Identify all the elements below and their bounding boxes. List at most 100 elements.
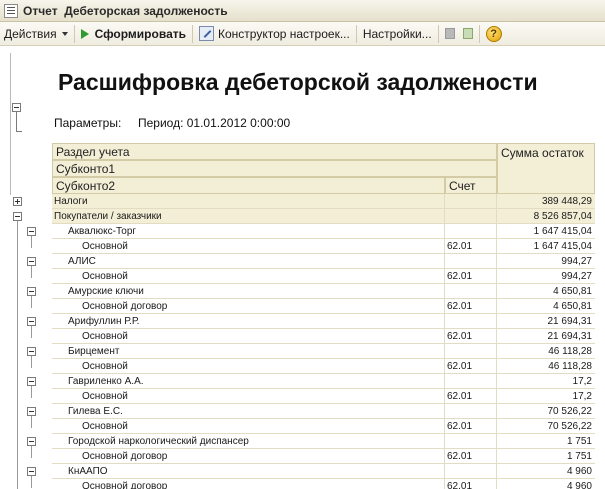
collapse-icon[interactable] xyxy=(27,227,36,236)
row-account: 62.01 xyxy=(445,479,497,489)
row-account xyxy=(445,224,497,239)
tree-connector-line xyxy=(31,446,32,458)
collapse-icon[interactable] xyxy=(27,317,36,326)
row-name: Основной xyxy=(52,419,445,434)
header-sum: Сумма остаток xyxy=(497,143,595,194)
group-row[interactable]: Налоги 389 448,29 xyxy=(0,194,605,209)
contract-row[interactable]: Основной договор 62.01 1 751 xyxy=(0,449,605,464)
row-name: Налоги xyxy=(52,194,445,209)
row-name: Основной договор xyxy=(52,449,445,464)
row-sum: 1 751 xyxy=(497,434,595,449)
tree-connector-line xyxy=(31,236,32,248)
settings-button[interactable]: Настройки... xyxy=(359,23,436,45)
row-sum: 46 118,28 xyxy=(497,344,595,359)
constructor-label: Конструктор настроек... xyxy=(218,26,350,41)
row-sum: 17,2 xyxy=(497,374,595,389)
row-sum: 21 694,31 xyxy=(497,314,595,329)
tree-connector-line xyxy=(31,476,32,488)
report-sheet: Расшифровка дебеторской задолжености Пар… xyxy=(0,47,605,489)
row-name: АЛИС xyxy=(52,254,445,269)
row-account: 62.01 xyxy=(445,299,497,314)
row-sum: 4 650,81 xyxy=(497,284,595,299)
toolbar-separator xyxy=(355,24,357,43)
chevron-down-icon xyxy=(61,31,68,36)
contract-row[interactable]: Основной 62.01 70 526,22 xyxy=(0,419,605,434)
collapse-icon[interactable] xyxy=(27,287,36,296)
report-params: Параметры: Период: 01.01.2012 0:00:00 xyxy=(54,116,290,130)
collapse-icon[interactable] xyxy=(13,212,22,221)
contract-row[interactable]: Основной 62.01 994,27 xyxy=(0,269,605,284)
tree-connector-line xyxy=(17,221,18,489)
row-sum: 4 960 xyxy=(497,479,595,489)
row-name: Основной xyxy=(52,389,445,404)
row-sum: 1 647 415,04 xyxy=(497,239,595,254)
counterparty-row[interactable]: Бирцемент 46 118,28 xyxy=(0,344,605,359)
collapse-header-icon[interactable] xyxy=(12,103,21,112)
report-title: Расшифровка дебеторской задолжености xyxy=(58,69,538,95)
row-name: Городской наркологический диспансер xyxy=(52,434,445,449)
actions-menu[interactable]: Действия xyxy=(0,23,72,45)
counterparty-row[interactable]: Гавриленко А.А. 17,2 xyxy=(0,374,605,389)
report-icon xyxy=(4,3,18,18)
generate-button[interactable]: Сформировать xyxy=(77,23,190,45)
row-sum: 70 526,22 xyxy=(497,419,595,434)
restore-settings-button[interactable] xyxy=(459,26,477,42)
collapse-icon[interactable] xyxy=(27,377,36,386)
toolbar-separator xyxy=(73,24,75,43)
group-row[interactable]: Покупатели / заказчики 8 526 857,04 xyxy=(0,209,605,224)
toolbar-separator xyxy=(478,24,480,43)
expand-icon[interactable] xyxy=(13,197,22,206)
counterparty-row[interactable]: Гилева Е.С. 70 526,22 xyxy=(0,404,605,419)
contract-row[interactable]: Основной договор 62.01 4 650,81 xyxy=(0,299,605,314)
tree-connector-line xyxy=(31,356,32,368)
save-settings-button[interactable] xyxy=(441,26,459,42)
params-label: Параметры: xyxy=(54,116,122,130)
row-account xyxy=(445,314,497,329)
row-name: Амурские ключи xyxy=(52,284,445,299)
row-sum: 21 694,31 xyxy=(497,329,595,344)
counterparty-row[interactable]: АЛИС 994,27 xyxy=(0,254,605,269)
row-account xyxy=(445,254,497,269)
row-account xyxy=(445,284,497,299)
counterparty-row[interactable]: Городской наркологический диспансер 1 751 xyxy=(0,434,605,449)
tree-connector-line xyxy=(31,416,32,428)
row-account: 62.01 xyxy=(445,329,497,344)
collapse-icon[interactable] xyxy=(27,467,36,476)
header-subkonto1: Субконто1 xyxy=(52,160,497,177)
contract-row[interactable]: Основной 62.01 1 647 415,04 xyxy=(0,239,605,254)
contract-row[interactable]: Основной 62.01 17,2 xyxy=(0,389,605,404)
help-icon: ? xyxy=(485,25,502,42)
header-subkonto2: Субконто2 xyxy=(52,177,445,194)
collapse-icon[interactable] xyxy=(27,257,36,266)
row-name: Арифуллин Р.Р. xyxy=(52,314,445,329)
generate-label: Сформировать xyxy=(94,26,186,41)
collapse-icon[interactable] xyxy=(27,347,36,356)
row-account: 62.01 xyxy=(445,449,497,464)
tree-connector-line xyxy=(31,296,32,308)
row-name: Бирцемент xyxy=(52,344,445,359)
toolbar: Действия Сформировать Конструктор настро… xyxy=(0,22,605,46)
counterparty-row[interactable]: Амурские ключи 4 650,81 xyxy=(0,284,605,299)
row-name: Гавриленко А.А. xyxy=(52,374,445,389)
toolbar-separator xyxy=(192,24,193,43)
tree-connector-line xyxy=(31,326,32,338)
contract-row[interactable]: Основной 62.01 46 118,28 xyxy=(0,359,605,374)
collapse-icon[interactable] xyxy=(27,437,36,446)
row-sum: 4 960 xyxy=(497,464,595,479)
header-account: Счет xyxy=(445,177,497,194)
counterparty-row[interactable]: КнААПО 4 960 xyxy=(0,464,605,479)
row-sum: 46 118,28 xyxy=(497,359,595,374)
contract-row[interactable]: Основной договор 62.01 4 960 xyxy=(0,479,605,489)
collapse-icon[interactable] xyxy=(27,407,36,416)
counterparty-row[interactable]: Арифуллин Р.Р. 21 694,31 xyxy=(0,314,605,329)
constructor-button[interactable]: Конструктор настроек... xyxy=(195,23,354,45)
row-sum: 1 751 xyxy=(497,449,595,464)
row-account xyxy=(445,374,497,389)
window-title: Отчет Дебеторская задолженость xyxy=(23,3,228,18)
counterparty-row[interactable]: Аквалюкс-Торг 1 647 415,04 xyxy=(0,224,605,239)
row-sum: 17,2 xyxy=(497,389,595,404)
row-account: 62.01 xyxy=(445,239,497,254)
contract-row[interactable]: Основной 62.01 21 694,31 xyxy=(0,329,605,344)
row-account xyxy=(445,194,497,209)
help-button[interactable]: ? xyxy=(482,23,506,45)
